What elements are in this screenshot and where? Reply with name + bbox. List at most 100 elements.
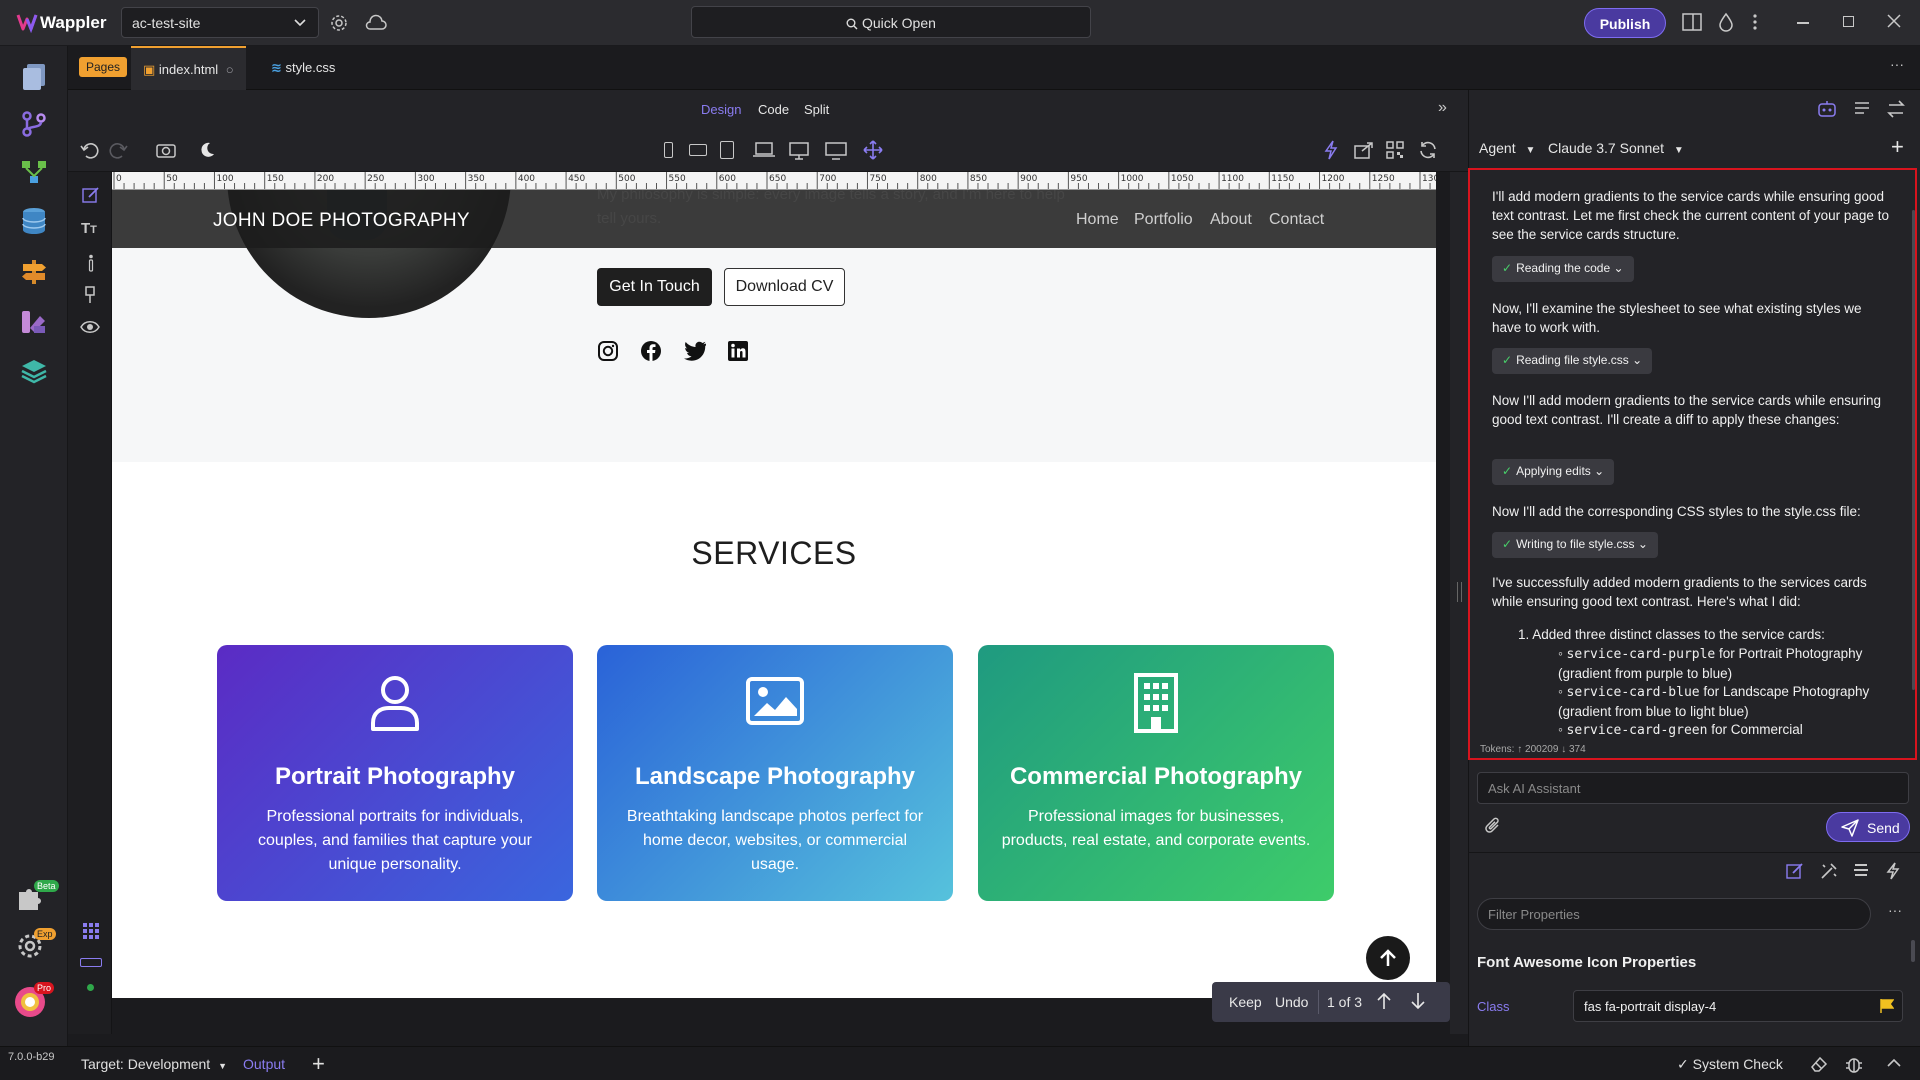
linkedin-icon[interactable] <box>727 340 749 362</box>
ruler-toggle-icon[interactable] <box>80 958 102 967</box>
device-wide-icon[interactable] <box>825 142 847 160</box>
publish-button[interactable]: Publish <box>1584 8 1666 38</box>
new-chat-plus-icon[interactable]: + <box>1891 136 1904 158</box>
tab-index-html[interactable]: ▣ index.html ○ <box>131 46 246 90</box>
undo-icon[interactable] <box>80 141 100 159</box>
service-card-portrait[interactable]: Portrait Photography Professional portra… <box>217 645 573 901</box>
dark-mode-moon-icon[interactable] <box>198 141 216 159</box>
chat-transcript[interactable]: I'll add modern gradients to the service… <box>1468 168 1917 760</box>
splitter[interactable] <box>1450 172 1470 1034</box>
magic-wand-icon[interactable] <box>1820 862 1838 880</box>
ai-robot-icon[interactable] <box>1817 100 1837 118</box>
flag-icon[interactable] <box>1880 998 1894 1014</box>
mode-code[interactable]: Code <box>758 102 789 117</box>
brush-icon[interactable] <box>82 286 98 304</box>
camera-icon[interactable] <box>156 142 176 158</box>
mode-split[interactable]: Split <box>804 102 829 117</box>
model-dropdown[interactable]: Claude 3.7 Sonnet ▼ <box>1548 140 1684 156</box>
chevron-up-icon[interactable] <box>1886 1056 1902 1070</box>
site-brand[interactable]: JOHN DOE PHOTOGRAPHY <box>213 210 470 232</box>
panel-layout-icon[interactable] <box>1682 13 1702 31</box>
qr-code-icon[interactable] <box>1386 141 1404 159</box>
routes-signpost-icon[interactable] <box>20 258 48 286</box>
add-panel-plus-icon[interactable]: + <box>312 1051 325 1077</box>
properties-scrollbar[interactable] <box>1911 940 1915 962</box>
share-icon[interactable] <box>1354 141 1374 159</box>
device-desktop-icon[interactable] <box>789 142 809 160</box>
pages-badge[interactable]: Pages <box>79 57 128 77</box>
filter-properties-input[interactable]: Filter Properties <box>1477 898 1871 930</box>
agent-mode-dropdown[interactable]: Agent ▼ <box>1479 140 1535 156</box>
close-icon[interactable] <box>1887 14 1901 28</box>
design-canvas[interactable]: JOHN DOE PHOTOGRAPHY Home Portfolio Abou… <box>112 190 1436 998</box>
site-selector[interactable]: ac-test-site <box>121 7 319 38</box>
ask-ai-input[interactable]: Ask AI Assistant <box>1477 772 1909 804</box>
tool-chip-writing-style[interactable]: ✓ Writing to file style.css ⌄ <box>1492 532 1658 558</box>
refresh-icon[interactable] <box>1418 140 1438 160</box>
design-palette-icon[interactable] <box>20 308 48 336</box>
grid-icon[interactable] <box>82 922 100 940</box>
redo-icon[interactable] <box>108 141 128 159</box>
workflows-icon[interactable] <box>20 158 48 186</box>
facebook-icon[interactable] <box>640 340 662 362</box>
stack-icon[interactable] <box>1852 862 1870 880</box>
get-in-touch-button[interactable]: Get In Touch <box>597 268 712 306</box>
bug-icon[interactable] <box>1845 1054 1863 1074</box>
info-icon[interactable] <box>87 254 95 272</box>
swap-arrows-icon[interactable] <box>1887 100 1905 118</box>
eraser-icon[interactable] <box>1810 1055 1828 1073</box>
tool-chip-reading-style[interactable]: ✓ Reading file style.css ⌄ <box>1492 348 1653 374</box>
scroll-top-button[interactable] <box>1366 936 1410 980</box>
device-phone-icon[interactable] <box>664 142 673 158</box>
tab-style-css[interactable]: ≋ style.css <box>259 46 347 90</box>
nav-contact[interactable]: Contact <box>1269 211 1324 229</box>
output-tab[interactable]: Output <box>243 1056 285 1072</box>
device-phone-landscape-icon[interactable] <box>689 144 707 156</box>
layers-icon[interactable] <box>20 358 48 386</box>
maximize-icon[interactable] <box>1843 16 1854 27</box>
minimize-icon[interactable] <box>1797 22 1809 24</box>
tool-chip-reading-code[interactable]: ✓ Reading the code ⌄ <box>1492 256 1634 282</box>
lightning-icon[interactable] <box>1886 862 1900 880</box>
class-input[interactable]: fas fa-portrait display-4 <box>1573 990 1903 1022</box>
tool-chip-applying-edits[interactable]: ✓ Applying edits ⌄ <box>1492 459 1615 485</box>
nav-about[interactable]: About <box>1210 211 1252 229</box>
mode-design[interactable]: Design <box>701 102 741 117</box>
droplet-icon[interactable] <box>1718 12 1734 32</box>
chat-scrollbar[interactable] <box>1912 210 1915 690</box>
eye-icon[interactable] <box>80 320 100 334</box>
target-selector[interactable]: Target: Development ▼ <box>81 1056 227 1072</box>
canvas-scrollbar[interactable] <box>1436 172 1450 1034</box>
next-change-icon[interactable] <box>1410 992 1426 1010</box>
properties-more-icon[interactable]: ··· <box>1888 902 1902 918</box>
collapse-chevrons-icon[interactable]: » <box>1438 99 1447 117</box>
git-branch-icon[interactable] <box>20 110 48 138</box>
edit-pencil-icon[interactable] <box>82 186 100 204</box>
edit-properties-icon[interactable] <box>1786 862 1804 880</box>
service-card-landscape[interactable]: Landscape Photography Breathtaking lands… <box>597 645 953 901</box>
text-format-icon[interactable]: TT <box>81 220 97 237</box>
attach-paperclip-icon[interactable] <box>1484 816 1502 836</box>
settings-gear-icon[interactable] <box>329 13 349 33</box>
device-laptop-icon[interactable] <box>753 142 775 158</box>
quick-open-button[interactable]: Quick Open <box>691 6 1091 38</box>
tabs-more-icon[interactable]: ··· <box>1890 56 1904 72</box>
system-check-button[interactable]: ✓ System Check <box>1677 1056 1783 1073</box>
instagram-icon[interactable] <box>597 340 619 362</box>
undo-button[interactable]: Undo <box>1275 994 1308 1010</box>
service-card-commercial[interactable]: Commercial Photography Professional imag… <box>978 645 1334 901</box>
cloud-icon[interactable] <box>364 13 388 33</box>
download-cv-button[interactable]: Download CV <box>724 268 845 306</box>
previous-change-icon[interactable] <box>1376 992 1392 1010</box>
lightning-icon[interactable] <box>1324 140 1338 160</box>
nav-home[interactable]: Home <box>1076 211 1119 229</box>
fit-arrows-icon[interactable] <box>863 140 883 160</box>
more-vertical-icon[interactable] <box>1752 12 1758 32</box>
keep-button[interactable]: Keep <box>1229 994 1262 1010</box>
send-button[interactable]: Send <box>1826 812 1910 842</box>
nav-portfolio[interactable]: Portfolio <box>1134 211 1193 229</box>
twitter-icon[interactable] <box>683 341 707 361</box>
pages-panel-icon[interactable] <box>20 62 48 92</box>
history-list-icon[interactable] <box>1853 100 1871 118</box>
splitter-grip-icon[interactable] <box>1457 582 1462 602</box>
